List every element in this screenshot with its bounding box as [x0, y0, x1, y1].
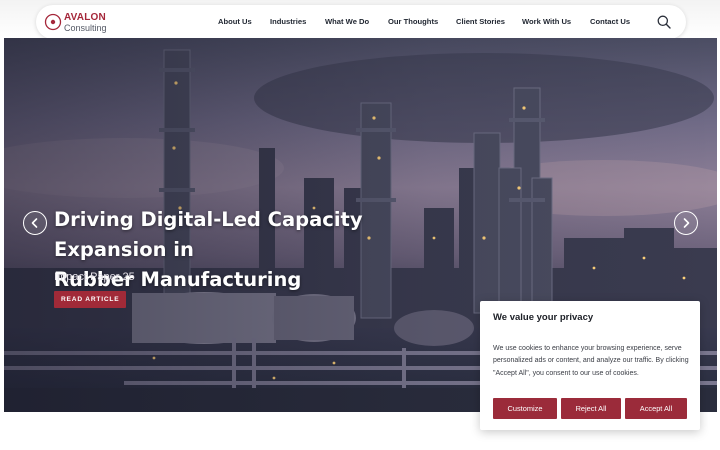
slider-next-button[interactable]: [674, 211, 698, 235]
customize-button[interactable]: Customize: [493, 398, 557, 419]
nav-about-us[interactable]: About Us: [218, 17, 252, 26]
read-article-button[interactable]: READ ARTICLE: [54, 291, 127, 308]
chevron-right-icon: [683, 218, 690, 228]
brand-name: AVALON: [64, 12, 106, 23]
brand-logo[interactable]: AVALON Consulting: [44, 11, 124, 35]
search-icon[interactable]: [656, 14, 672, 30]
nav-what-we-do[interactable]: What We Do: [325, 17, 369, 26]
slider-prev-button[interactable]: [23, 211, 47, 235]
cookie-description: We use cookies to enhance your browsing …: [493, 345, 689, 377]
accept-all-button[interactable]: Accept All: [625, 398, 687, 419]
top-navbar: AVALON Consulting About Us Industries Wh…: [36, 5, 686, 39]
nav-client-stories[interactable]: Client Stories: [456, 17, 505, 26]
nav-work-with-us[interactable]: Work With Us: [522, 17, 571, 26]
reject-all-button[interactable]: Reject All: [561, 398, 621, 419]
cookie-consent-banner: We value your privacy We use cookies to …: [480, 301, 700, 430]
chevron-left-icon: [31, 218, 38, 228]
cookie-title: We value your privacy: [493, 312, 594, 323]
brand-tagline: Consulting: [64, 23, 107, 33]
nav-our-thoughts[interactable]: Our Thoughts: [388, 17, 438, 26]
logo-mark-icon: [44, 13, 62, 31]
nav-contact-us[interactable]: Contact Us: [590, 17, 630, 26]
hero-subtitle: Impact Paper 25: [54, 271, 135, 283]
nav-industries[interactable]: Industries: [270, 17, 306, 26]
